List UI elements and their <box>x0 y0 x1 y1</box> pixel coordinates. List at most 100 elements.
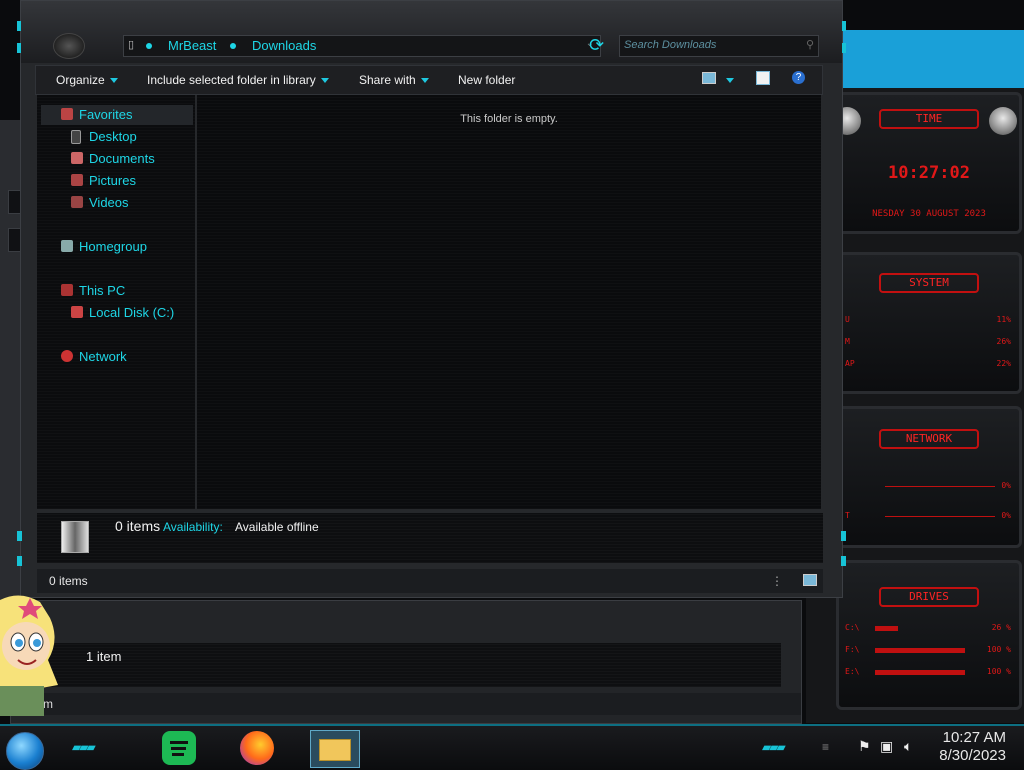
status-item-count: 0 items <box>49 574 88 588</box>
folder-icon: ▯ <box>128 39 135 51</box>
new-folder-button[interactable]: New folder <box>458 73 515 87</box>
drives-gadget-title: DRIVES <box>879 587 979 607</box>
view-options-icon[interactable] <box>702 72 716 84</box>
system-row: U 11% <box>845 315 1011 327</box>
system-row-value: 26% <box>996 337 1011 346</box>
drive-row-value: 100 % <box>986 667 1011 676</box>
nav-desktop[interactable]: Desktop <box>71 128 137 146</box>
organize-button[interactable]: Organize <box>56 73 118 87</box>
network-icon <box>61 350 73 362</box>
back-button[interactable] <box>53 33 85 59</box>
network-row-2: T 0% <box>845 511 1011 520</box>
availability-value: Available offline <box>235 520 319 534</box>
preview-pane-icon[interactable] <box>756 71 770 85</box>
system-row-label: U <box>845 315 850 324</box>
drive-row-value: 26 % <box>991 623 1011 632</box>
system-row-label: AP <box>845 359 855 368</box>
network-gadget-title: NETWORK <box>879 429 979 449</box>
drive-row-label: C:\ <box>845 623 860 632</box>
chevron-down-icon[interactable] <box>726 73 734 87</box>
show-hidden-icons-icon[interactable]: ≡ <box>822 740 829 754</box>
network-graph-line <box>885 516 995 517</box>
drive-row-label: E:\ <box>845 667 860 676</box>
network-gadget[interactable]: NETWORK 0% T 0% <box>836 406 1022 548</box>
refresh-icon[interactable]: ⟳ <box>589 35 604 56</box>
nav-pictures[interactable]: Pictures <box>71 172 136 190</box>
window-titlebar[interactable]: ▯ MrBeast Downloads ⌄ ⟳ Search Downloads… <box>21 1 842 63</box>
background-explorer-window[interactable]: 1 item m <box>10 600 802 724</box>
system-row-value: 22% <box>996 359 1011 368</box>
chevron-down-icon <box>109 78 118 84</box>
address-bar[interactable]: ▯ MrBeast Downloads ⌄ <box>123 35 601 57</box>
taskbar: ▰▰▰ ▰▰▰ ≡ ⚑ ▣ 🔈︎ 10:27 AM 8/30/2023 <box>0 724 1024 770</box>
clock-time: 10:27 AM <box>942 729 1006 746</box>
downloads-folder-icon <box>61 521 89 553</box>
drive-row: F:\ 100 % <box>845 645 1011 657</box>
breadcrumb-downloads[interactable]: Downloads <box>252 38 316 53</box>
time-gadget[interactable]: TIME 10:27:02 NESDAY 30 AUGUST 2023 <box>833 92 1022 234</box>
nav-local-disk[interactable]: Local Disk (C:) <box>71 304 174 322</box>
details-view-icon[interactable]: ⋮ <box>771 574 783 588</box>
large-icons-view-icon[interactable] <box>803 574 817 586</box>
breadcrumb-separator-icon <box>230 43 236 49</box>
chevron-down-icon <box>420 78 429 84</box>
system-row-value: 11% <box>996 315 1011 324</box>
nav-favorites[interactable]: Favorites <box>61 106 132 124</box>
background-window-details-pane: 1 item <box>41 643 781 687</box>
start-button[interactable] <box>6 732 44 770</box>
homegroup-icon <box>61 240 73 252</box>
character-sticker <box>0 595 58 716</box>
system-row-label: M <box>845 337 850 346</box>
network-row-1: 0% <box>845 481 1011 493</box>
details-item-count: 0 items <box>115 518 161 534</box>
action-center-flag-icon[interactable]: ⚑ <box>858 738 871 755</box>
drive-usage-bar <box>875 648 965 653</box>
search-input[interactable]: Search Downloads ⚲ <box>619 35 819 57</box>
firefox-icon[interactable] <box>240 731 274 765</box>
drives-gadget[interactable]: DRIVES C:\ 26 % F:\ 100 % E:\ 100 % <box>836 560 1022 710</box>
explorer-window[interactable]: ▯ MrBeast Downloads ⌄ ⟳ Search Downloads… <box>17 0 846 598</box>
breadcrumb-mrbeast[interactable]: MrBeast <box>168 38 216 53</box>
alienware-logo-icon <box>989 107 1017 135</box>
spotify-icon[interactable] <box>162 731 196 765</box>
help-icon[interactable]: ? <box>792 71 805 84</box>
system-row: AP 22% <box>845 359 1011 371</box>
nav-homegroup[interactable]: Homegroup <box>61 238 147 256</box>
availability-label: Availability: <box>163 520 223 534</box>
nav-this-pc[interactable]: This PC <box>61 282 125 300</box>
videos-icon <box>71 196 83 208</box>
navigation-pane: Favorites Desktop Documents Pictures Vid… <box>37 95 195 509</box>
system-row: M 26% <box>845 337 1011 349</box>
taskbar-decoration-icon: ▰▰▰ <box>72 740 96 754</box>
system-gadget-title: SYSTEM <box>879 273 979 293</box>
chevron-down-icon <box>320 78 329 84</box>
drive-row: C:\ 26 % <box>845 623 1011 635</box>
clock-date: 8/30/2023 <box>939 747 1006 764</box>
background-window-statusbar: m <box>41 693 801 715</box>
command-bar: Organize Include selected folder in libr… <box>35 65 823 95</box>
nav-documents[interactable]: Documents <box>71 150 155 168</box>
desktop-icon <box>71 130 81 144</box>
network-graph-line <box>885 486 995 487</box>
pictures-icon <box>71 174 83 186</box>
background-window-item-count: 1 item <box>86 649 122 664</box>
share-with-button[interactable]: Share with <box>359 73 429 87</box>
volume-icon[interactable]: 🔈︎ <box>904 738 912 755</box>
time-gadget-date: NESDAY 30 AUGUST 2023 <box>872 209 986 219</box>
file-list[interactable]: This folder is empty. <box>197 95 821 509</box>
empty-folder-message: This folder is empty. <box>460 113 558 125</box>
favorites-star-icon <box>61 108 73 120</box>
status-bar: 0 items ⋮ <box>37 569 823 593</box>
nav-videos[interactable]: Videos <box>71 194 129 212</box>
documents-icon <box>71 152 83 164</box>
search-icon[interactable]: ⚲ <box>806 38 814 51</box>
taskbar-clock[interactable]: 10:27 AM 8/30/2023 <box>939 729 1006 765</box>
network-status-icon[interactable]: ▣ <box>880 738 893 755</box>
breadcrumb-separator-icon <box>146 43 152 49</box>
nav-network[interactable]: Network <box>61 348 127 366</box>
file-explorer-icon[interactable] <box>310 730 360 768</box>
drive-icon <box>71 306 83 318</box>
include-library-button[interactable]: Include selected folder in library <box>147 73 329 87</box>
system-gadget[interactable]: SYSTEM U 11% M 26% AP 22% <box>836 252 1022 394</box>
drive-row-value: 100 % <box>986 645 1011 654</box>
